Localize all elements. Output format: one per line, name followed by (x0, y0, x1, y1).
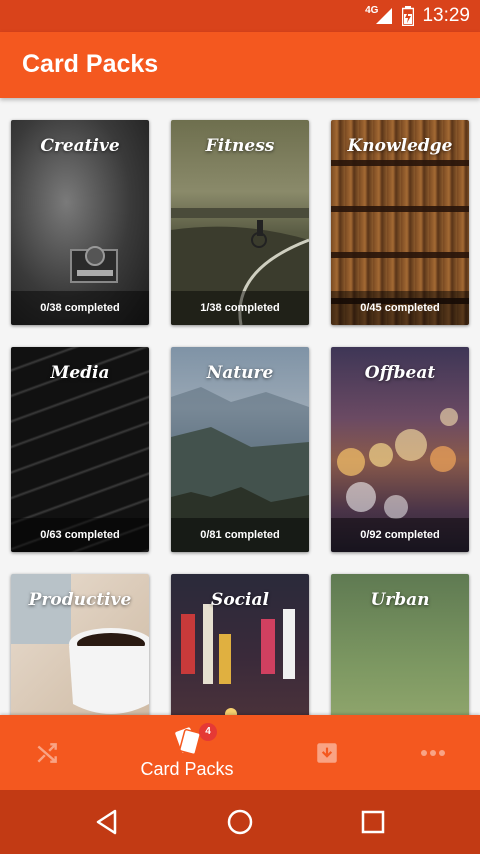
pack-progress: 1/38 completed (171, 291, 309, 325)
pack-progress: 0/38 completed (11, 291, 149, 325)
pack-card-offbeat[interactable]: Offbeat 0/92 completed (331, 347, 469, 552)
archive-icon (317, 742, 337, 763)
pack-card-social[interactable]: Social (171, 574, 309, 715)
nav-label: Card Packs (140, 759, 234, 779)
nav-more[interactable] (408, 715, 458, 790)
pack-card-urban[interactable]: Urban (331, 574, 469, 715)
pack-title: Media (50, 363, 110, 383)
recents-icon[interactable] (357, 806, 389, 838)
pack-title: Creative (40, 136, 120, 156)
pack-grid: Creative 0/38 completed Fitness 1/38 com… (0, 98, 480, 715)
battery-icon (402, 6, 415, 26)
clock: 13:29 (422, 5, 470, 26)
pack-progress: 0/92 completed (331, 518, 469, 552)
pack-card-creative[interactable]: Creative 0/38 completed (11, 120, 149, 325)
pack-card-fitness[interactable]: Fitness 1/38 completed (171, 120, 309, 325)
pack-card-media[interactable]: Media 0/63 completed (11, 347, 149, 552)
network-type-label: 4G (365, 4, 379, 16)
pack-progress: 0/63 completed (11, 518, 149, 552)
status-bar: 4G 13:29 (0, 0, 480, 32)
bottom-navigation: 4 Card Packs (0, 715, 480, 790)
nav-archive[interactable] (302, 715, 352, 790)
pack-card-nature[interactable]: Nature 0/81 completed (171, 347, 309, 552)
app-bar: Card Packs (0, 32, 480, 98)
pack-progress: 0/45 completed (331, 291, 469, 325)
pack-title: Social (211, 590, 269, 610)
home-icon[interactable] (224, 806, 256, 838)
pack-card-productive[interactable]: Productive (11, 574, 149, 715)
page-title: Card Packs (22, 50, 159, 78)
back-icon[interactable] (91, 806, 123, 838)
more-icon (421, 749, 445, 756)
nav-shuffle[interactable] (22, 715, 72, 790)
pack-title: Fitness (205, 136, 275, 156)
pack-title: Urban (370, 590, 430, 610)
pack-title: Knowledge (347, 136, 453, 156)
nav-card-packs[interactable]: 4 Card Packs (137, 715, 237, 790)
pack-progress: 0/81 completed (171, 518, 309, 552)
status-icons: 4G 13:29 (365, 0, 470, 32)
pack-title: Productive (28, 590, 132, 610)
pack-title: Offbeat (364, 363, 436, 383)
pack-title: Nature (206, 363, 274, 383)
notification-badge: 4 (199, 723, 217, 741)
system-navigation-bar (0, 790, 480, 854)
pack-card-knowledge[interactable]: Knowledge 0/45 completed (331, 120, 469, 325)
shuffle-icon (37, 742, 57, 763)
